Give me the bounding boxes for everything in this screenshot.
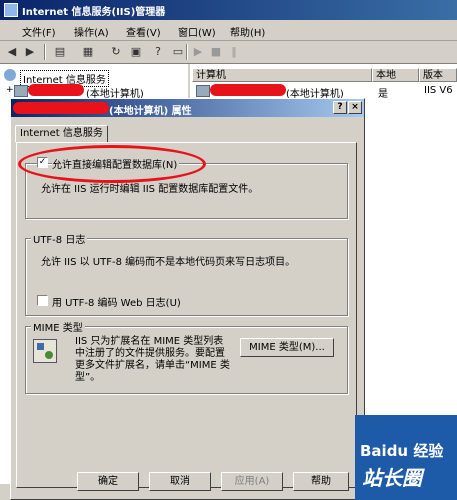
- menu-window[interactable]: 窗口(W): [178, 24, 216, 39]
- redacted-mark: [210, 84, 286, 96]
- watermark-zhanzhangquan: 站长圈: [362, 466, 422, 490]
- mime-description-line-4: 型”。: [75, 372, 101, 383]
- mime-types-icon: [33, 339, 57, 363]
- iis-globe-icon: [4, 69, 16, 81]
- help-icon[interactable]: ?: [150, 44, 166, 60]
- utf8-log-legend: UTF-8 日志: [31, 231, 88, 246]
- utf8-log-checkbox[interactable]: [37, 295, 48, 306]
- help-dialog-button[interactable]: 帮助: [293, 472, 349, 491]
- utf8-log-description: 允许 IIS 以 UTF-8 编码而不是本地代码页来写日志项目。: [41, 257, 296, 268]
- redacted-mark: [13, 102, 109, 114]
- cancel-button[interactable]: 取消: [149, 472, 211, 491]
- redacted-mark: [28, 84, 84, 96]
- menu-action[interactable]: 操作(A): [74, 24, 109, 39]
- pause-icon[interactable]: ‖: [226, 44, 242, 60]
- menu-help[interactable]: 帮助(H): [230, 24, 265, 39]
- mime-icon-circle: [45, 351, 53, 359]
- computer-icon[interactable]: ▭: [170, 44, 186, 60]
- menu-bar: 文件(F) 操作(A) 查看(V) 窗口(W) 帮助(H): [0, 20, 457, 41]
- direct-edit-description: 允许在 IIS 运行时编辑 IIS 配置数据库配置文件。: [41, 184, 259, 195]
- column-header-local[interactable]: 本地: [372, 68, 419, 82]
- properties-icon[interactable]: ▦: [80, 44, 96, 60]
- stop-icon[interactable]: ■: [208, 44, 224, 60]
- tab-internet-info-services[interactable]: Internet 信息服务: [15, 125, 108, 142]
- main-window-title: Internet 信息服务(IIS)管理器: [22, 7, 166, 18]
- show-tree-icon[interactable]: ▤: [52, 44, 68, 60]
- watermark-baidu: Baidu 经验: [360, 442, 444, 460]
- menu-file[interactable]: 文件(F): [22, 24, 56, 39]
- mime-icon-square: [37, 343, 44, 350]
- tree-expand-icon[interactable]: +: [6, 85, 14, 95]
- apply-button[interactable]: 应用(A): [221, 472, 283, 491]
- help-button[interactable]: ?: [333, 101, 347, 114]
- red-annotation-circle: [18, 145, 206, 183]
- arrow-right-icon[interactable]: ▶: [22, 44, 38, 60]
- close-button[interactable]: ×: [348, 101, 362, 114]
- column-header-version[interactable]: 版本: [419, 68, 457, 82]
- toolbar-separator: [186, 44, 188, 60]
- toolbar-separator: [44, 44, 46, 60]
- refresh-icon[interactable]: ↻: [108, 44, 124, 60]
- toolbar: ◀ ▶ ▤ ▦ ↻ ▣ ? ▭ ▶ ■ ‖: [0, 41, 457, 64]
- tab-panel: ✓ 允许直接编辑配置数据库(N) 允许在 IIS 运行时编辑 IIS 配置数据库…: [16, 142, 357, 488]
- list-row-local: 是: [378, 89, 388, 100]
- computer-icon: [196, 85, 210, 97]
- mime-types-button[interactable]: MIME 类型(M)...: [240, 338, 334, 357]
- arrow-left-icon[interactable]: ◀: [4, 44, 20, 60]
- iis-app-icon: [4, 3, 18, 17]
- menu-view[interactable]: 查看(V): [126, 24, 161, 39]
- list-row-version: IIS V6: [424, 85, 453, 96]
- dialog-title: (本地计算机) 属性: [109, 106, 192, 117]
- column-header-computer[interactable]: 计算机: [192, 68, 372, 82]
- main-title-bar[interactable]: Internet 信息服务(IIS)管理器: [0, 0, 457, 20]
- play-icon[interactable]: ▶: [190, 44, 206, 60]
- utf8-log-checkbox-label[interactable]: 用 UTF-8 编码 Web 日志(U): [52, 294, 181, 309]
- computer-icon: [14, 85, 28, 97]
- ok-button[interactable]: 确定: [77, 472, 139, 491]
- export-icon[interactable]: ▣: [128, 44, 144, 60]
- dialog-title-bar[interactable]: (本地计算机) 属性 ? ×: [11, 99, 364, 117]
